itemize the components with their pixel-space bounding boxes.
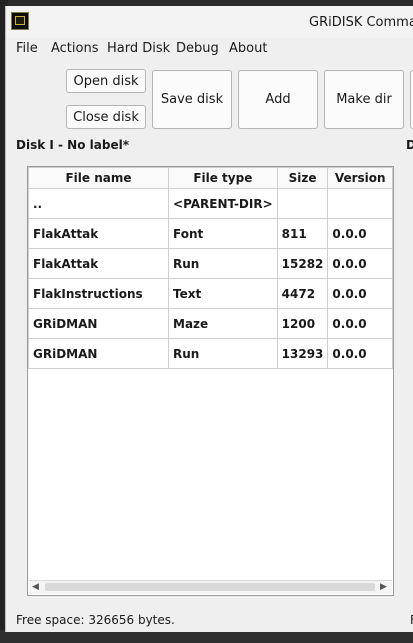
menu-hard-disk[interactable]: Hard Disk [107,41,170,56]
cell-version: 0.0.0 [327,248,393,279]
window-title: GRiDISK Commar [309,15,413,30]
table-row[interactable]: .. <PARENT-DIR> [28,188,393,219]
cell-file-name: GRiDMAN [28,308,170,339]
app-icon [11,12,29,30]
menu-debug[interactable]: Debug [176,41,219,56]
table-row[interactable]: GRiDMAN Run 13293 0.0.0 [28,338,393,369]
cell-file-type: Run [168,338,278,369]
table-header-row: File name File type Size Version [28,167,393,189]
scroll-right-icon[interactable]: ▶ [380,582,387,592]
cell-size: 811 [276,218,329,249]
cell-file-name: .. [28,188,170,219]
disk-panel-title: Disk I - No label* [16,138,129,152]
scrollbar-thumb[interactable] [45,583,375,591]
column-header-file-name[interactable]: File name [28,167,170,189]
second-panel-title: D [406,138,413,152]
cell-version: 0.0.0 [327,278,393,309]
cell-file-type: Font [168,218,278,249]
cell-file-type: <PARENT-DIR> [168,188,278,219]
horizontal-scrollbar[interactable]: ◀ ▶ [29,580,392,594]
column-header-size[interactable]: Size [276,167,329,189]
cell-file-name: FlakAttak [28,218,170,249]
table-row[interactable]: GRiDMAN Maze 1200 0.0.0 [28,308,393,339]
make-dir-button[interactable]: Make dir [324,70,404,129]
open-disk-button[interactable]: Open disk [66,69,146,93]
file-table-grid: File name File type Size Version .. <PAR… [28,167,393,369]
cell-version: 0.0.0 [327,218,393,249]
file-table[interactable]: File name File type Size Version .. <PAR… [27,166,394,596]
cell-size: 1200 [276,308,329,339]
free-space-status: Free space: 326656 bytes. [16,613,175,627]
save-disk-button[interactable]: Save disk [152,70,232,129]
cell-version: 0.0.0 [327,308,393,339]
cell-version: 0.0.0 [327,338,393,369]
table-row[interactable]: FlakInstructions Text 4472 0.0.0 [28,278,393,309]
cell-size: 13293 [276,338,329,369]
close-disk-button[interactable]: Close disk [66,105,146,129]
cell-size: 15282 [276,248,329,279]
table-row[interactable]: FlakAttak Font 811 0.0.0 [28,218,393,249]
cell-file-name: FlakInstructions [28,278,170,309]
cell-size: 4472 [276,278,329,309]
cell-file-name: GRiDMAN [28,338,170,369]
column-header-version[interactable]: Version [327,167,393,189]
cell-file-type: Maze [168,308,278,339]
scroll-left-icon[interactable]: ◀ [32,582,39,592]
cell-file-name: FlakAttak [28,248,170,279]
menu-bar: File Actions Hard Disk Debug About [6,38,413,62]
cell-file-type: Run [168,248,278,279]
cell-size [276,188,329,219]
menu-file[interactable]: File [16,41,38,56]
add-button[interactable]: Add [238,70,318,129]
app-window: GRiDISK Commar File Actions Hard Disk De… [5,6,413,632]
title-bar: GRiDISK Commar [6,6,413,38]
table-row[interactable]: FlakAttak Run 15282 0.0.0 [28,248,393,279]
cell-file-type: Text [168,278,278,309]
cell-version [327,188,393,219]
column-header-file-type[interactable]: File type [168,167,278,189]
menu-actions[interactable]: Actions [51,41,99,56]
menu-about[interactable]: About [229,41,267,56]
